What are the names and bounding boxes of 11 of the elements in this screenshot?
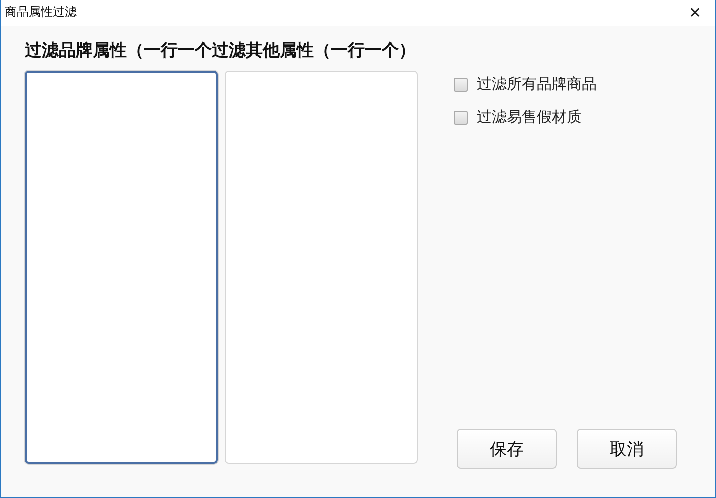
field-label: 过滤品牌属性（一行一个 bbox=[25, 40, 212, 63]
window-title: 商品属性过滤 bbox=[4, 4, 77, 21]
checkbox[interactable] bbox=[454, 78, 468, 92]
dialog-button[interactable]: 保存 bbox=[457, 429, 557, 469]
dialog-button[interactable]: 取消 bbox=[577, 429, 677, 469]
field-label: 过滤其他属性（一行一个） bbox=[212, 40, 416, 63]
checkbox-option[interactable]: 过滤所有品牌商品 bbox=[454, 75, 715, 94]
text-area[interactable] bbox=[25, 71, 218, 464]
checkbox-option[interactable]: 过滤易售假材质 bbox=[454, 108, 715, 127]
close-button[interactable]: ✕ bbox=[680, 0, 711, 22]
checkbox[interactable] bbox=[454, 110, 468, 124]
